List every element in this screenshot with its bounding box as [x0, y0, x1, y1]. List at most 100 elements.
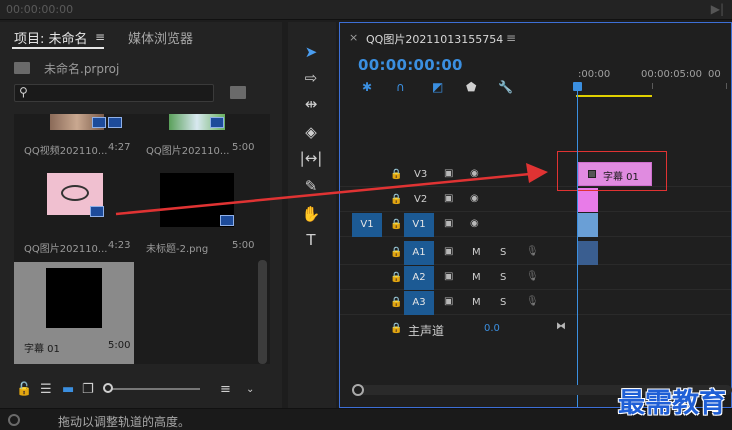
audio-clip[interactable] — [578, 241, 598, 265]
sync-lock-icon[interactable]: ▣ — [444, 193, 453, 204]
mute-button[interactable]: M — [472, 297, 481, 308]
lock-icon[interactable]: 🔒 — [390, 323, 402, 334]
mute-button[interactable]: M — [472, 272, 481, 283]
highlight-box — [557, 151, 667, 191]
close-icon[interactable]: × — [349, 31, 358, 44]
search-input[interactable]: ⚲ — [14, 84, 214, 102]
track-master: 🔒 主声道 0.0 ⧓ — [340, 317, 731, 341]
list-view-icon[interactable]: ☰ — [40, 382, 52, 397]
clip-duration: 5:00 — [232, 240, 255, 251]
image-badge-icon — [220, 215, 234, 226]
project-file-name: 未命名.prproj — [44, 62, 120, 76]
icon-view-icon[interactable]: ▬ — [62, 382, 74, 397]
sync-lock-icon[interactable]: ▣ — [444, 246, 453, 257]
lock-icon[interactable]: 🔒 — [390, 247, 402, 258]
sync-lock-icon[interactable]: ▣ — [444, 271, 453, 282]
lock-icon[interactable]: 🔒 — [390, 169, 402, 180]
eye-icon[interactable]: ◉ — [470, 218, 479, 229]
sequence-tab[interactable]: QQ图片20211013155754 — [366, 31, 503, 47]
slip-tool-icon[interactable]: |↔| — [298, 146, 324, 170]
track-a3: 🔒 A3 ▣ M S 🎙 — [340, 291, 731, 315]
ruler-label: 00:00:05:00 — [641, 69, 703, 80]
search-icon: ⚲ — [19, 85, 28, 99]
solo-button[interactable]: S — [500, 272, 506, 283]
folder-icon — [14, 62, 30, 74]
selection-tool-icon[interactable]: ➤ — [298, 40, 324, 64]
ripple-edit-tool-icon[interactable]: ⇹ — [298, 92, 324, 116]
panel-menu-icon[interactable]: ≡ — [95, 30, 105, 44]
pen-tool-icon[interactable]: ✎ — [298, 174, 324, 198]
source-patch-v1[interactable]: V1 — [352, 213, 382, 237]
sync-lock-icon[interactable]: ▣ — [444, 218, 453, 229]
ruler-tick — [726, 83, 727, 89]
clip-duration: 5:00 — [232, 142, 255, 153]
go-to-end-icon[interactable]: ⧓ — [556, 321, 566, 332]
project-panel: 项目: 未命名 ≡ 媒体浏览器 未命名.prproj ⚲ QQ视频202110.… — [0, 22, 282, 408]
sync-lock-icon[interactable]: ▣ — [444, 168, 453, 179]
track-target-a3[interactable]: A3 — [404, 291, 434, 315]
track-target-a2[interactable]: A2 — [404, 266, 434, 290]
tab-project[interactable]: 项目: 未命名 — [14, 28, 88, 47]
solo-button[interactable]: S — [500, 247, 506, 258]
snap-icon[interactable]: ∩ — [396, 80, 405, 94]
settings-wrench-icon[interactable]: 🔧 — [498, 80, 513, 94]
lock-icon[interactable]: 🔒 — [390, 297, 402, 308]
video-badge-icon — [92, 117, 106, 128]
vertical-scrollbar[interactable] — [258, 260, 267, 364]
selected-clip-cell[interactable]: 字幕 01 5:00 — [14, 262, 134, 364]
linked-selection-icon[interactable]: ◩ — [432, 80, 443, 94]
freeform-view-icon[interactable]: ❐ — [82, 382, 94, 397]
timeline-panel: × QQ图片20211013155754 ≡ 00:00:00:00 ✱ ∩ ◩… — [339, 22, 732, 408]
ruler-label: :00:00 — [578, 69, 611, 80]
clip-name: 未标题-2.png — [146, 244, 209, 255]
zoom-slider[interactable] — [103, 383, 200, 393]
track-target-v1[interactable]: V1 — [404, 213, 434, 237]
lock-icon[interactable]: 🔓 — [16, 382, 32, 397]
clip-name: QQ图片202110... — [146, 146, 230, 157]
track-label: V3 — [414, 169, 428, 180]
timeline-timecode[interactable]: 00:00:00:00 — [358, 56, 463, 74]
clip-duration: 5:00 — [108, 340, 131, 351]
status-text: 拖动以调整轨道的高度。 — [58, 415, 191, 429]
clip-thumbnail — [46, 268, 102, 328]
play-icon[interactable]: ▶| — [711, 2, 724, 16]
type-tool-icon[interactable]: T — [298, 228, 324, 252]
source-timecode: 00:00:00:00 — [6, 3, 74, 16]
video-clip[interactable] — [578, 213, 598, 237]
clip-name: QQ图片202110... — [24, 244, 108, 255]
video-clip[interactable] — [578, 188, 598, 212]
track-select-tool-icon[interactable]: ⇨ — [298, 66, 324, 90]
hand-tool-icon[interactable]: ✋ — [298, 202, 324, 226]
razor-tool-icon[interactable]: ◈ — [298, 120, 324, 144]
lock-icon[interactable]: 🔒 — [390, 194, 402, 205]
clip-duration: 4:23 — [108, 240, 131, 251]
sync-lock-icon[interactable]: ▣ — [444, 296, 453, 307]
image-badge-icon — [90, 206, 104, 217]
sort-icon[interactable]: ≡ — [220, 382, 231, 397]
microphone-icon[interactable]: 🎙 — [526, 246, 539, 257]
playhead[interactable] — [577, 85, 578, 407]
mute-button[interactable]: M — [472, 247, 481, 258]
new-bin-icon[interactable] — [230, 86, 246, 99]
master-volume-value[interactable]: 0.0 — [484, 323, 500, 334]
track-target-a1[interactable]: A1 — [404, 241, 434, 265]
zoom-handle[interactable] — [352, 384, 364, 396]
nest-icon[interactable]: ✱ — [362, 80, 372, 94]
lock-icon[interactable]: 🔒 — [390, 219, 402, 230]
lock-icon[interactable]: 🔒 — [390, 272, 402, 283]
seal-graphic — [61, 185, 89, 201]
chevron-down-icon[interactable]: ⌄ — [246, 384, 254, 395]
tab-media-browser[interactable]: 媒体浏览器 — [128, 28, 193, 47]
zoom-slider-handle[interactable] — [103, 383, 113, 393]
work-area-bar[interactable] — [576, 95, 652, 97]
status-icon — [8, 414, 20, 426]
track-v2: 🔒 V2 ▣ ◉ — [340, 188, 731, 212]
add-marker-icon[interactable]: ⬟ — [466, 80, 476, 94]
eye-icon[interactable]: ◉ — [470, 168, 479, 179]
playhead-handle[interactable] — [573, 82, 582, 91]
microphone-icon[interactable]: 🎙 — [526, 296, 539, 307]
solo-button[interactable]: S — [500, 297, 506, 308]
microphone-icon[interactable]: 🎙 — [526, 271, 539, 282]
eye-icon[interactable]: ◉ — [470, 193, 479, 204]
panel-menu-icon[interactable]: ≡ — [506, 31, 516, 45]
